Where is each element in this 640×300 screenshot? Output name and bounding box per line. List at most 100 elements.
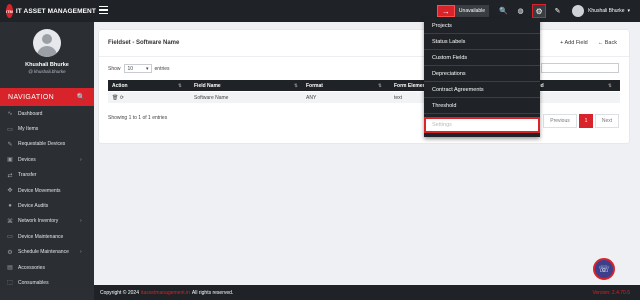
box-icon: ⬚ (7, 280, 13, 287)
help-chat-button[interactable]: ☏ (593, 258, 615, 280)
chevron-right-icon: › (80, 249, 82, 256)
sort-icon[interactable]: ⇅ (178, 83, 182, 89)
sidebar-item-label: Schedule Maintenance (18, 249, 69, 256)
cell-form-element: text (394, 95, 403, 101)
sidebar-item-label: Device Audits (18, 203, 49, 210)
brand-logo: ITM (6, 4, 13, 18)
footer-link[interactable]: itassetmanagement.in (141, 290, 190, 296)
sidebar-item-device-audits[interactable]: ● Device Audits (0, 198, 94, 213)
table-search-input[interactable] (541, 63, 619, 73)
profile-panel: Khushali Bhurke @ khushali.bhurke (0, 22, 94, 88)
table-header: Action ⇅ Field Name ⇅ Format ⇅ Form Elem… (108, 80, 620, 91)
sidebar-item-my-items[interactable]: ▭ My Items (0, 121, 94, 136)
entries-select-value: 10 (127, 65, 134, 72)
settings-gear-icon[interactable]: ⚙ (532, 4, 547, 18)
footer-version: Version: 2.4.70.5 (592, 289, 630, 296)
footer-copyright: Copyright © 2024 (100, 289, 139, 296)
menu-item-custom-fields[interactable]: Custom Fields (424, 50, 540, 66)
divider (99, 56, 629, 57)
card-actions: + Add Field ← Back (550, 40, 617, 46)
nav-list: ∿ Dashboard ▭ My Items ✎ Requestable Device… (0, 106, 94, 291)
sidebar-item-label: Accessories (18, 264, 45, 271)
audit-icon: ● (8, 203, 12, 210)
profile-name[interactable]: Khushali Bhurke (25, 62, 69, 68)
sort-icon[interactable]: ⇅ (294, 83, 298, 89)
entries-label: entries (154, 65, 170, 72)
sidebar-item-label: Network Inventory (18, 218, 59, 225)
menu-toggle-icon[interactable] (99, 6, 108, 15)
unavailable-toggle[interactable]: → Unavailable (436, 5, 490, 17)
transfer-icon: ⇄ (7, 172, 13, 179)
sidebar-item-label: Device Maintenance (18, 233, 64, 240)
sort-icon[interactable]: ⇅ (378, 83, 382, 89)
pagination: Previous 1 Next (541, 114, 619, 128)
chevron-down-icon: ▾ (146, 65, 149, 72)
sidebar-item-schedule-maintenance[interactable]: ⚙ Schedule Maintenance › (0, 245, 94, 260)
user-menu[interactable]: Khushali Bhurke ▾ (572, 5, 630, 17)
column-header-form-element[interactable]: Form Element (394, 83, 427, 89)
back-button[interactable]: ← Back (598, 40, 617, 46)
search-icon[interactable]: 🔍 (77, 93, 86, 101)
menu-item-depreciations[interactable]: Depreciations (424, 66, 540, 82)
avatar (572, 5, 585, 17)
sidebar-item-device-movements[interactable]: ✥ Device Movements (0, 183, 94, 198)
chart-line-icon: ∿ (7, 111, 13, 118)
page-title: Fieldset - Software Name (108, 40, 180, 46)
column-header-field-name[interactable]: Field Name (194, 83, 221, 89)
settings-dropdown: Projects Status Labels Custom Fields Dep… (424, 18, 540, 137)
table-info: Showing 1 to 1 of 1 entries (108, 115, 168, 121)
sidebar-item-consumables[interactable]: ⬚ Consumables (0, 275, 94, 290)
caret-down-icon: ▾ (627, 8, 630, 14)
brand-name: IT ASSET MANAGEMENT (15, 7, 96, 15)
previous-page-button[interactable]: Previous (543, 114, 577, 128)
cell-format: ANY (306, 95, 317, 101)
footer-rights: All rights reserved. (191, 289, 234, 296)
menu-item-threshold[interactable]: Threshold (424, 98, 540, 114)
add-field-button[interactable]: + Add Field (560, 40, 588, 46)
row-action-icons[interactable]: 🗑 ⟳ (112, 95, 124, 101)
sidebar-item-transfer[interactable]: ⇄ Transfer (0, 168, 94, 183)
device-icon: ▣ (7, 157, 13, 164)
user-name: Khushali Bhurke (588, 8, 625, 14)
menu-item-projects[interactable]: Projects (424, 18, 540, 34)
chevron-right-icon: › (80, 156, 82, 163)
next-page-button[interactable]: Next (595, 114, 619, 128)
menu-item-contract-agreements[interactable]: Contract Agreements (424, 82, 540, 98)
sidebar-item-network-inventory[interactable]: ⌘ Network Inventory › (0, 214, 94, 229)
sidebar-item-device-maintenance[interactable]: ▭ Device Maintenance (0, 229, 94, 244)
profile-avatar[interactable] (33, 29, 61, 57)
entries-select[interactable]: 10 ▾ (123, 64, 152, 73)
unavailable-label: Unavailable (454, 5, 490, 17)
page-1-button[interactable]: 1 (579, 114, 593, 128)
chevron-right-icon: › (80, 218, 82, 225)
sidebar-item-label: Requestable Devices (18, 141, 66, 148)
pin-icon[interactable]: ✎ (552, 6, 563, 17)
sidebar-item-label: Devices (18, 156, 36, 163)
entries-length-control: Show 10 ▾ entries (108, 64, 170, 73)
fieldset-card: Fieldset - Software Name + Add Field ← B… (99, 30, 629, 143)
gear-icon: ⚙ (7, 249, 13, 256)
table-row: 🗑 ⟳ Software Name ANY text red (108, 92, 620, 103)
column-header-format[interactable]: Format (306, 83, 323, 89)
globe-icon[interactable]: ◍ (515, 6, 526, 17)
column-header-action[interactable]: Action (112, 83, 128, 89)
sidebar-item-accessories[interactable]: ▤ Accessories (0, 260, 94, 275)
network-icon: ⌘ (7, 218, 13, 225)
search-icon[interactable]: 🔍 (498, 6, 509, 17)
support-icon: ☏ (598, 263, 610, 274)
arrow-right-icon: → (436, 5, 455, 17)
sidebar-item-devices[interactable]: ▣ Devices › (0, 152, 94, 167)
menu-item-status-labels[interactable]: Status Labels (424, 34, 540, 50)
navigation-header: NAVIGATION 🔍 (0, 88, 94, 106)
profile-handle: @ khushali.bhurke (28, 69, 66, 74)
menu-item-settings[interactable]: Settings (424, 117, 540, 133)
maintenance-icon: ▭ (7, 234, 13, 241)
sidebar-item-dashboard[interactable]: ∿ Dashboard (0, 106, 94, 121)
sort-icon[interactable]: ⇅ (608, 83, 612, 89)
monitor-icon: ▭ (7, 126, 13, 133)
move-icon: ✥ (7, 188, 13, 195)
sidebar-item-requestable-devices[interactable]: ✎ Requestable Devices (0, 137, 94, 152)
sidebar-item-label: Consumables (18, 279, 49, 286)
show-label: Show (108, 65, 121, 72)
brand[interactable]: ITM IT ASSET MANAGEMENT (0, 0, 96, 22)
